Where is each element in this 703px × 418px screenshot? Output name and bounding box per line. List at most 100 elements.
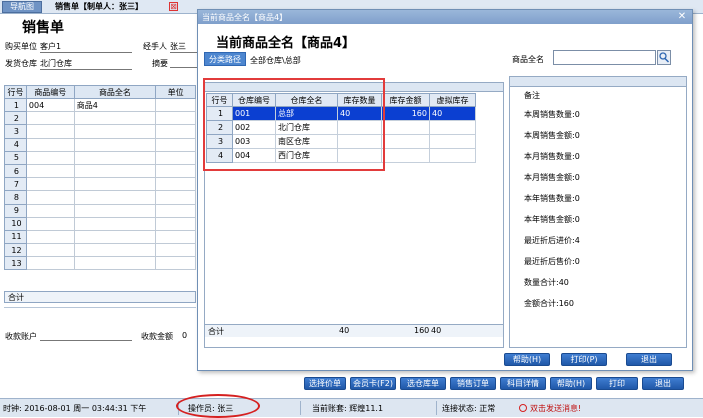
table-cell[interactable] — [25, 190, 75, 205]
row-number[interactable]: 12 — [4, 243, 27, 258]
table-row[interactable]: 1 004 商品4 — [4, 97, 196, 113]
table-row[interactable]: 3 — [4, 124, 196, 139]
column-header[interactable]: 商品全名 — [73, 85, 157, 99]
table-cell[interactable] — [429, 120, 476, 135]
table-cell[interactable] — [155, 203, 196, 218]
table-cell[interactable] — [381, 120, 430, 135]
row-number[interactable]: 7 — [4, 177, 27, 192]
table-row[interactable]: 7 — [4, 177, 196, 192]
table-cell[interactable] — [155, 150, 196, 165]
table-cell[interactable] — [25, 177, 75, 192]
dialog-print-button[interactable]: 打印(P) — [561, 353, 607, 366]
table-cell[interactable] — [155, 256, 196, 271]
table-cell[interactable] — [73, 111, 157, 126]
search-icon[interactable] — [657, 50, 671, 65]
table-cell[interactable] — [25, 163, 75, 179]
table-row[interactable]: 12 — [4, 243, 196, 258]
member-card-button[interactable]: 会员卡(F2) — [350, 377, 396, 390]
table-row[interactable]: 6 — [4, 163, 196, 179]
column-header[interactable]: 商品编号 — [25, 85, 75, 99]
sales-order-button[interactable]: 销售订单 — [450, 377, 496, 390]
status-message[interactable]: 双击发送消息! — [530, 403, 581, 414]
table-cell[interactable] — [73, 256, 157, 271]
table-row[interactable]: 10 — [4, 216, 196, 231]
close-icon[interactable]: ⊠ — [169, 2, 178, 11]
table-cell[interactable] — [381, 148, 430, 163]
table-cell[interactable] — [73, 203, 157, 218]
table-cell[interactable]: 商品4 — [73, 97, 157, 113]
dialog-titlebar[interactable]: 当前商品全名【商品4】 ✕ — [198, 10, 692, 24]
tab-sales-order[interactable]: 销售单【制单人：张三】 — [55, 1, 143, 13]
close-icon[interactable]: ✕ — [676, 11, 688, 22]
table-cell[interactable] — [25, 150, 75, 165]
account-field[interactable] — [40, 331, 132, 341]
row-number[interactable]: 9 — [4, 203, 27, 218]
row-number[interactable]: 1 — [4, 97, 27, 113]
table-cell[interactable] — [73, 163, 157, 179]
table-cell[interactable] — [155, 124, 196, 139]
table-cell[interactable] — [73, 150, 157, 165]
summary-field[interactable] — [170, 58, 197, 68]
table-cell[interactable] — [73, 190, 157, 205]
row-number[interactable]: 6 — [4, 163, 27, 179]
table-row[interactable]: 11 — [4, 229, 196, 245]
table-cell[interactable] — [25, 256, 75, 271]
table-cell[interactable] — [25, 243, 75, 258]
column-header[interactable]: 库存金额 — [381, 93, 430, 107]
table-cell[interactable]: 160 — [381, 106, 430, 121]
warehouse-field[interactable]: 北门仓库 — [40, 58, 132, 70]
table-cell[interactable] — [429, 148, 476, 163]
table-cell[interactable] — [155, 111, 196, 126]
table-cell[interactable] — [381, 134, 430, 149]
table-cell[interactable] — [155, 97, 196, 113]
table-cell[interactable] — [155, 229, 196, 245]
select-price-button[interactable]: 选择价单 — [304, 377, 346, 390]
row-number[interactable]: 13 — [4, 256, 27, 271]
column-header[interactable]: 行号 — [4, 85, 27, 99]
product-name-input[interactable] — [553, 50, 656, 65]
table-cell[interactable] — [155, 163, 196, 179]
row-number[interactable]: 4 — [4, 137, 27, 152]
dialog-help-button[interactable]: 帮助(H) — [504, 353, 550, 366]
table-cell[interactable] — [25, 229, 75, 245]
column-header[interactable]: 单位 — [155, 85, 196, 99]
print-button[interactable]: 打印 — [596, 377, 638, 390]
table-cell[interactable] — [73, 124, 157, 139]
row-number[interactable]: 11 — [4, 229, 27, 245]
table-cell[interactable] — [155, 243, 196, 258]
table-cell[interactable] — [25, 203, 75, 218]
table-cell[interactable] — [155, 137, 196, 152]
dialog-exit-button[interactable]: 退出 — [626, 353, 672, 366]
table-cell[interactable] — [429, 134, 476, 149]
table-cell[interactable] — [73, 243, 157, 258]
row-number[interactable]: 10 — [4, 216, 27, 231]
table-cell[interactable] — [25, 216, 75, 231]
table-row[interactable]: 8 — [4, 190, 196, 205]
table-cell[interactable] — [155, 177, 196, 192]
row-number[interactable]: 3 — [4, 124, 27, 139]
table-cell[interactable] — [73, 216, 157, 231]
table-cell[interactable]: 40 — [429, 106, 476, 121]
row-number[interactable]: 5 — [4, 150, 27, 165]
table-cell[interactable] — [25, 111, 75, 126]
column-header[interactable]: 虚拟库存 — [429, 93, 476, 107]
tab-navigation[interactable]: 导航图 — [2, 1, 42, 13]
table-row[interactable]: 9 — [4, 203, 196, 218]
select-warehouse-button[interactable]: 选仓库单 — [400, 377, 446, 390]
table-cell[interactable] — [155, 216, 196, 231]
table-row[interactable]: 4 — [4, 137, 196, 152]
table-cell[interactable] — [73, 137, 157, 152]
table-cell[interactable]: 004 — [25, 97, 75, 113]
table-cell[interactable] — [155, 190, 196, 205]
exit-button[interactable]: 退出 — [642, 377, 684, 390]
table-cell[interactable] — [25, 137, 75, 152]
category-path-button[interactable]: 分类路径 — [204, 52, 246, 66]
table-row[interactable]: 13 — [4, 256, 196, 271]
table-cell[interactable] — [73, 177, 157, 192]
table-cell[interactable] — [25, 124, 75, 139]
table-cell[interactable] — [73, 229, 157, 245]
buyer-field[interactable]: 客户1 — [40, 41, 132, 53]
help-button[interactable]: 帮助(H) — [550, 377, 592, 390]
table-row[interactable]: 5 — [4, 150, 196, 165]
account-detail-button[interactable]: 科目详情 — [500, 377, 546, 390]
